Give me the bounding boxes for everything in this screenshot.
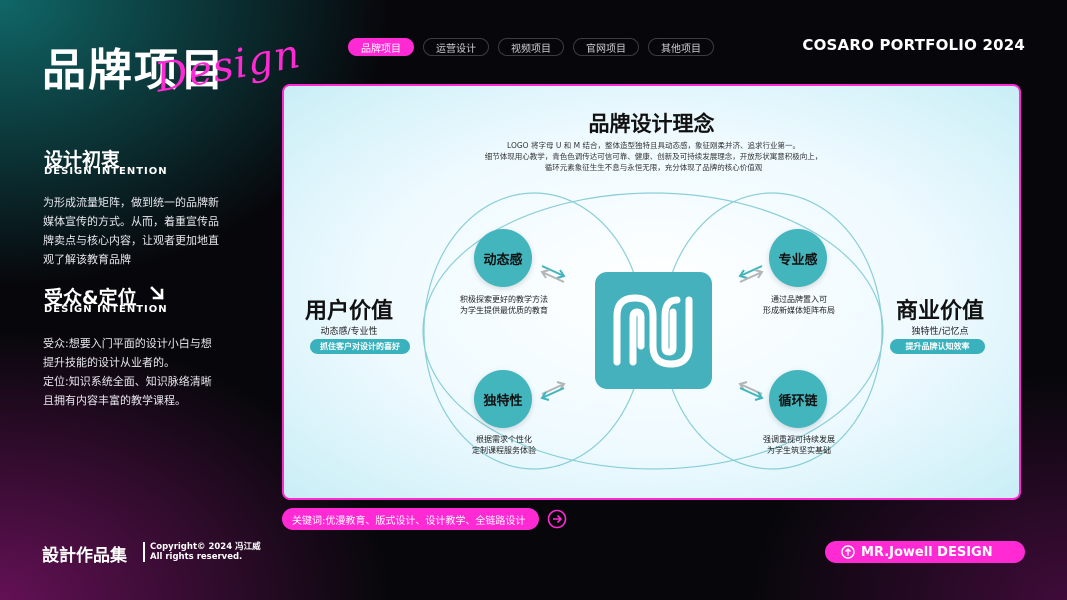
node-desc-line: 形成新媒体矩阵布局 — [763, 306, 835, 315]
tab-website-projects[interactable]: 官网项目 — [573, 38, 639, 56]
node-desc-line: 强调重视可持续发展 — [763, 435, 835, 444]
portfolio-footer-title: 設計作品集 — [42, 546, 127, 566]
concept-desc-line: LOGO 将字母 U 和 M 结合，整体造型独特且具动态感，象征刚柔并济、追求行… — [507, 141, 800, 150]
node-unique-desc: 根据需求个性化 定制课程服务体验 — [439, 434, 569, 456]
node-cycle: 循环链 — [769, 370, 827, 428]
node-cycle-desc: 强调重视可持续发展 为学生筑坚实基础 — [734, 434, 864, 456]
top-tab-bar: 品牌项目 运营设计 视频项目 官网项目 其他项目 — [348, 38, 714, 56]
audience-body: 受众:想要入门平面的设计小白与想 提升技能的设计从业者的。 定位:知识系统全面、… — [43, 334, 228, 410]
node-dynamic-desc: 积极探索更好的教学方法 为学生提供最优质的教育 — [439, 294, 569, 316]
user-value-sub: 动态感/专业性 — [320, 327, 378, 337]
designer-pill[interactable]: MR.Jowell DESIGN — [825, 541, 1025, 563]
node-desc-line: 根据需求个性化 — [476, 435, 532, 444]
audience-line: 且拥有内容丰富的教学课程。 — [43, 394, 186, 407]
audience-subtitle: DESIGN INTENTION — [44, 304, 168, 315]
copyright-text: Copyright© 2024 冯江威 All rights reserved. — [150, 542, 261, 562]
audience-line: 定位:知识系统全面、知识脉络清晰 — [43, 375, 212, 388]
intention-line: 媒体宣传的方式。从而，着重宣传品 — [43, 215, 219, 228]
concept-desc-line: 循环元素象征生生不息与永恒无限，充分体现了品牌的核心价值观 — [544, 163, 763, 172]
node-desc-line: 积极探索更好的教学方法 — [460, 295, 548, 304]
intention-line: 观了解该教育品牌 — [43, 253, 131, 266]
designer-name: MR.Jowell DESIGN — [861, 544, 993, 560]
node-desc-line: 定制课程服务体验 — [472, 446, 536, 455]
brand-concept-card: 品牌设计理念 LOGO 将字母 U 和 M 结合，整体造型独特且具动态感，象征刚… — [282, 84, 1021, 500]
tab-other-projects[interactable]: 其他项目 — [648, 38, 714, 56]
footer-divider — [143, 542, 145, 562]
tab-brand-projects[interactable]: 品牌项目 — [348, 38, 414, 56]
copyright-line: Copyright© 2024 冯江威 — [150, 542, 261, 552]
business-value-pill: 提升品牌认知效率 — [890, 339, 985, 354]
intention-line: 为形成流量矩阵，做到统一的品牌新 — [43, 196, 219, 209]
node-desc-line: 通过品牌置入可 — [771, 295, 827, 304]
arrow-right-circle-icon[interactable] — [547, 509, 567, 529]
business-value-sub: 独特性/记忆点 — [911, 327, 969, 337]
node-professional-desc: 通过品牌置入可 形成新媒体矩阵布局 — [734, 294, 864, 316]
um-logo-icon — [613, 294, 693, 368]
node-dynamic: 动态感 — [474, 229, 532, 287]
business-value-title: 商业价值 — [895, 299, 984, 324]
node-professional: 专业感 — [769, 229, 827, 287]
concept-desc-line: 细节体现用心教学，青色色调传达可信可靠、健康、创新及可持续发展理念，开放形状寓意… — [484, 152, 823, 161]
keywords-pill: 关键词:优漫教育、版式设计、设计教学、全链路设计 — [282, 508, 539, 530]
node-unique: 独特性 — [474, 370, 532, 428]
audience-line: 提升技能的设计从业者的。 — [43, 356, 175, 369]
brand-logo — [595, 272, 712, 389]
intention-body: 为形成流量矩阵，做到统一的品牌新 媒体宣传的方式。从而，着重宣传品 牌卖点与核心… — [43, 193, 228, 269]
concept-description: LOGO 将字母 U 和 M 结合，整体造型独特且具动态感，象征刚柔并济、追求行… — [384, 140, 923, 173]
user-value-title: 用户价值 — [304, 299, 393, 324]
concept-title: 品牌设计理念 — [588, 112, 715, 136]
arrow-down-right-icon — [150, 286, 164, 300]
node-desc-line: 为学生筑坚实基础 — [767, 446, 831, 455]
intention-line: 牌卖点与核心内容，让观者更加地直 — [43, 234, 219, 247]
arrow-up-circle-icon — [841, 545, 855, 559]
user-value-pill: 抓住客户对设计的喜好 — [310, 339, 410, 354]
audience-line: 受众:想要入门平面的设计小白与想 — [43, 337, 212, 350]
portfolio-brand: COSARO PORTFOLIO 2024 — [802, 36, 1025, 54]
tab-operation-design[interactable]: 运营设计 — [423, 38, 489, 56]
tab-video-projects[interactable]: 视频项目 — [498, 38, 564, 56]
intention-subtitle: DESIGN INTENTION — [44, 166, 168, 177]
copyright-line: All rights reserved. — [150, 552, 243, 562]
node-desc-line: 为学生提供最优质的教育 — [460, 306, 548, 315]
